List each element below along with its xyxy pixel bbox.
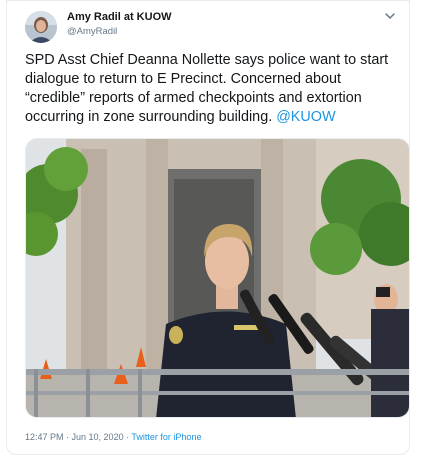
tweet-card: Amy Radil at KUOW @AmyRadil SPD Asst Chi… xyxy=(6,0,410,455)
author-handle[interactable]: @AmyRadil xyxy=(67,26,117,37)
tweet-time[interactable]: 12:47 PM xyxy=(25,432,64,442)
mention-link[interactable]: @KUOW xyxy=(276,109,335,125)
tweet-photo[interactable] xyxy=(25,138,410,418)
tweet-date[interactable]: Jun 10, 2020 xyxy=(72,432,124,442)
tweet-text: SPD Asst Chief Deanna Nollette says poli… xyxy=(25,51,401,127)
tweet-meta: 12:47 PM · Jun 10, 2020 · Twitter for iP… xyxy=(25,432,201,442)
author-display-name[interactable]: Amy Radil at KUOW xyxy=(67,11,172,23)
avatar[interactable] xyxy=(25,11,57,43)
tweet-source-link[interactable]: Twitter for iPhone xyxy=(131,432,201,442)
chevron-down-icon[interactable] xyxy=(383,9,397,23)
meta-separator: · xyxy=(63,432,72,442)
press-conference-photo xyxy=(26,139,409,417)
avatar-photo xyxy=(25,11,57,43)
